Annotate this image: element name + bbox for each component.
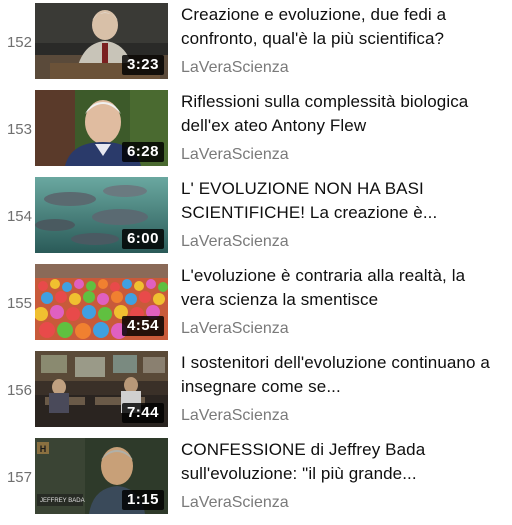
video-title[interactable]: Creazione e evoluzione, due fedi a confr… (181, 3, 503, 51)
video-thumbnail[interactable]: 6:28 (35, 90, 168, 166)
thumbnail-caption: JEFFREY BADA (40, 498, 85, 504)
video-title[interactable]: Riflessioni sulla complessità biologica … (181, 90, 503, 138)
duration-badge: 4:54 (121, 316, 164, 336)
svg-text:H: H (40, 444, 47, 454)
playlist-item[interactable]: 157 H JEFFREY BADA 1:15 CONFESSIONE di J… (0, 438, 512, 516)
channel-name[interactable]: LaVeraScienza (181, 232, 289, 252)
item-index: 157 (6, 469, 32, 486)
duration-badge: 1:15 (121, 490, 164, 510)
video-thumbnail[interactable]: H JEFFREY BADA 1:15 (35, 438, 168, 514)
channel-name[interactable]: LaVeraScienza (181, 145, 289, 165)
duration-badge: 6:28 (121, 142, 164, 162)
item-index: 154 (6, 208, 32, 225)
video-thumbnail[interactable]: 6:00 (35, 177, 168, 253)
video-title[interactable]: CONFESSIONE di Jeffrey Bada sull'evoluzi… (181, 438, 503, 486)
video-title[interactable]: I sostenitori dell'evoluzione continuano… (181, 351, 503, 399)
item-index: 153 (6, 121, 32, 138)
playlist-item[interactable]: 155 4:54 L'evoluzione è contraria alla r… (0, 264, 512, 342)
video-thumbnail[interactable]: 7:44 (35, 351, 168, 427)
video-thumbnail[interactable]: 4:54 (35, 264, 168, 340)
playlist-item[interactable]: 153 6:28 Riflessioni sulla complessità b… (0, 90, 512, 168)
duration-badge: 7:44 (121, 403, 164, 423)
channel-name[interactable]: LaVeraScienza (181, 493, 289, 513)
channel-name[interactable]: LaVeraScienza (181, 319, 289, 339)
video-thumbnail[interactable]: 3:23 (35, 3, 168, 79)
item-index: 155 (6, 295, 32, 312)
duration-badge: 3:23 (121, 55, 164, 75)
video-title[interactable]: L'evoluzione è contraria alla realtà, la… (181, 264, 503, 312)
playlist-item[interactable]: 152 3:23 Creazione e evoluzione, due fed… (0, 3, 512, 81)
channel-name[interactable]: LaVeraScienza (181, 58, 289, 78)
item-index: 152 (6, 34, 32, 51)
playlist-item[interactable]: 156 7:44 I sostenitori dell'evoluzione c… (0, 351, 512, 429)
item-index: 156 (6, 382, 32, 399)
channel-name[interactable]: LaVeraScienza (181, 406, 289, 426)
duration-badge: 6:00 (121, 229, 164, 249)
video-title[interactable]: L' EVOLUZIONE NON HA BASI SCIENTIFICHE! … (181, 177, 503, 225)
playlist-item[interactable]: 154 6:00 L' EVOLUZIONE NON HA BASI SCIEN… (0, 177, 512, 255)
